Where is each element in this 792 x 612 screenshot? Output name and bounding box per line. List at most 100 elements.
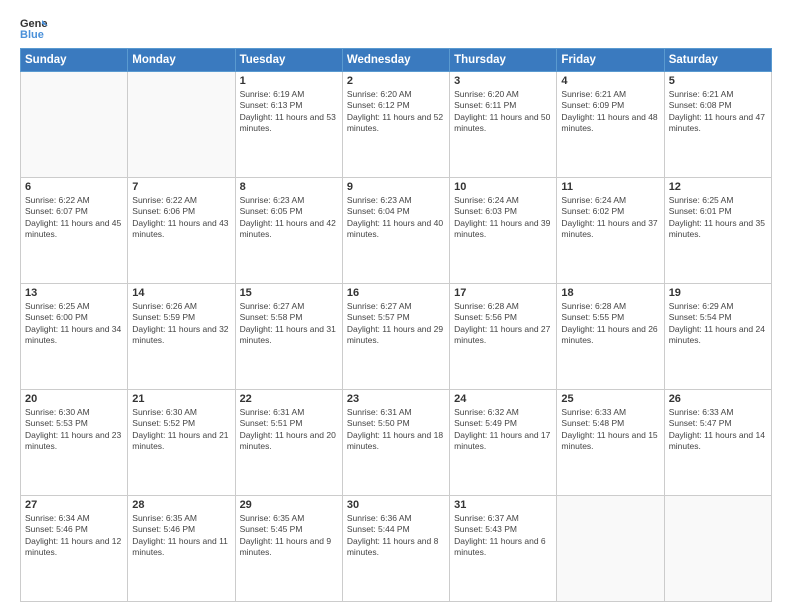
day-number: 26	[669, 393, 767, 405]
day-header-saturday: Saturday	[664, 49, 771, 72]
cell-info: Sunrise: 6:31 AMSunset: 5:50 PMDaylight:…	[347, 407, 445, 453]
calendar-cell: 8 Sunrise: 6:23 AMSunset: 6:05 PMDaylight…	[235, 178, 342, 284]
calendar-cell: 4 Sunrise: 6:21 AMSunset: 6:09 PMDaylight…	[557, 72, 664, 178]
cell-info: Sunrise: 6:25 AMSunset: 6:00 PMDaylight:…	[25, 301, 123, 347]
day-number: 5	[669, 75, 767, 87]
cell-info: Sunrise: 6:34 AMSunset: 5:46 PMDaylight:…	[25, 513, 123, 559]
cell-info: Sunrise: 6:27 AMSunset: 5:57 PMDaylight:…	[347, 301, 445, 347]
cell-info: Sunrise: 6:24 AMSunset: 6:03 PMDaylight:…	[454, 195, 552, 241]
day-number: 2	[347, 75, 445, 87]
day-number: 6	[25, 181, 123, 193]
day-number: 9	[347, 181, 445, 193]
day-header-monday: Monday	[128, 49, 235, 72]
cell-info: Sunrise: 6:27 AMSunset: 5:58 PMDaylight:…	[240, 301, 338, 347]
calendar-cell: 9 Sunrise: 6:23 AMSunset: 6:04 PMDaylight…	[342, 178, 449, 284]
day-number: 31	[454, 499, 552, 511]
calendar-cell: 14 Sunrise: 6:26 AMSunset: 5:59 PMDayligh…	[128, 284, 235, 390]
day-number: 24	[454, 393, 552, 405]
day-number: 15	[240, 287, 338, 299]
calendar-week-3: 20 Sunrise: 6:30 AMSunset: 5:53 PMDayligh…	[21, 390, 772, 496]
calendar-cell: 31 Sunrise: 6:37 AMSunset: 5:43 PMDayligh…	[450, 496, 557, 602]
calendar-cell: 26Sunrise: 6:33 AMSunset: 5:47 PMDayligh…	[664, 390, 771, 496]
calendar-cell: 29Sunrise: 6:35 AMSunset: 5:45 PMDayligh…	[235, 496, 342, 602]
cell-info: Sunrise: 6:32 AMSunset: 5:49 PMDaylight:…	[454, 407, 552, 453]
calendar-cell: 22 Sunrise: 6:31 AMSunset: 5:51 PMDayligh…	[235, 390, 342, 496]
calendar-cell: 23 Sunrise: 6:31 AMSunset: 5:50 PMDayligh…	[342, 390, 449, 496]
svg-text:Blue: Blue	[20, 29, 44, 40]
cell-info: Sunrise: 6:20 AMSunset: 6:12 PMDaylight:…	[347, 89, 445, 135]
calendar-cell: 2 Sunrise: 6:20 AMSunset: 6:12 PMDaylight…	[342, 72, 449, 178]
header: General Blue	[20, 16, 772, 40]
calendar-cell: 13 Sunrise: 6:25 AMSunset: 6:00 PMDayligh…	[21, 284, 128, 390]
day-number: 8	[240, 181, 338, 193]
day-header-tuesday: Tuesday	[235, 49, 342, 72]
calendar-cell: 28 Sunrise: 6:35 AMSunset: 5:46 PMDayligh…	[128, 496, 235, 602]
calendar-week-2: 13 Sunrise: 6:25 AMSunset: 6:00 PMDayligh…	[21, 284, 772, 390]
calendar-cell: 7Sunrise: 6:22 AMSunset: 6:06 PMDaylight…	[128, 178, 235, 284]
day-number: 13	[25, 287, 123, 299]
day-number: 19	[669, 287, 767, 299]
day-number: 28	[132, 499, 230, 511]
day-header-wednesday: Wednesday	[342, 49, 449, 72]
cell-info: Sunrise: 6:31 AMSunset: 5:51 PMDaylight:…	[240, 407, 338, 453]
cell-info: Sunrise: 6:23 AMSunset: 6:04 PMDaylight:…	[347, 195, 445, 241]
cell-info: Sunrise: 6:20 AMSunset: 6:11 PMDaylight:…	[454, 89, 552, 135]
cell-info: Sunrise: 6:35 AMSunset: 5:46 PMDaylight:…	[132, 513, 230, 559]
calendar-cell: 5Sunrise: 6:21 AMSunset: 6:08 PMDaylight…	[664, 72, 771, 178]
day-number: 17	[454, 287, 552, 299]
calendar-cell: 19 Sunrise: 6:29 AMSunset: 5:54 PMDayligh…	[664, 284, 771, 390]
calendar-cell: 20 Sunrise: 6:30 AMSunset: 5:53 PMDayligh…	[21, 390, 128, 496]
cell-info: Sunrise: 6:30 AMSunset: 5:53 PMDaylight:…	[25, 407, 123, 453]
logo-icon: General Blue	[20, 16, 48, 40]
calendar-cell: 10 Sunrise: 6:24 AMSunset: 6:03 PMDayligh…	[450, 178, 557, 284]
cell-info: Sunrise: 6:35 AMSunset: 5:45 PMDaylight:…	[240, 513, 338, 559]
calendar-cell: 11 Sunrise: 6:24 AMSunset: 6:02 PMDayligh…	[557, 178, 664, 284]
day-number: 14	[132, 287, 230, 299]
calendar-cell: 24 Sunrise: 6:32 AMSunset: 5:49 PMDayligh…	[450, 390, 557, 496]
calendar-header-row: SundayMondayTuesdayWednesdayThursdayFrid…	[21, 49, 772, 72]
logo: General Blue	[20, 16, 50, 40]
calendar-cell: 30 Sunrise: 6:36 AMSunset: 5:44 PMDayligh…	[342, 496, 449, 602]
day-number: 30	[347, 499, 445, 511]
calendar-cell: 18 Sunrise: 6:28 AMSunset: 5:55 PMDayligh…	[557, 284, 664, 390]
cell-info: Sunrise: 6:28 AMSunset: 5:55 PMDaylight:…	[561, 301, 659, 347]
cell-info: Sunrise: 6:24 AMSunset: 6:02 PMDaylight:…	[561, 195, 659, 241]
day-number: 22	[240, 393, 338, 405]
calendar-cell: 25Sunrise: 6:33 AMSunset: 5:48 PMDayligh…	[557, 390, 664, 496]
cell-info: Sunrise: 6:21 AMSunset: 6:09 PMDaylight:…	[561, 89, 659, 135]
calendar-cell: 15 Sunrise: 6:27 AMSunset: 5:58 PMDayligh…	[235, 284, 342, 390]
cell-info: Sunrise: 6:23 AMSunset: 6:05 PMDaylight:…	[240, 195, 338, 241]
calendar-table: SundayMondayTuesdayWednesdayThursdayFrid…	[20, 48, 772, 602]
cell-info: Sunrise: 6:29 AMSunset: 5:54 PMDaylight:…	[669, 301, 767, 347]
day-number: 21	[132, 393, 230, 405]
day-number: 23	[347, 393, 445, 405]
day-header-sunday: Sunday	[21, 49, 128, 72]
calendar-cell: 17Sunrise: 6:28 AMSunset: 5:56 PMDayligh…	[450, 284, 557, 390]
calendar-cell: 21 Sunrise: 6:30 AMSunset: 5:52 PMDayligh…	[128, 390, 235, 496]
day-number: 12	[669, 181, 767, 193]
calendar-cell	[557, 496, 664, 602]
day-number: 4	[561, 75, 659, 87]
day-number: 25	[561, 393, 659, 405]
cell-info: Sunrise: 6:37 AMSunset: 5:43 PMDaylight:…	[454, 513, 552, 559]
calendar-cell	[21, 72, 128, 178]
calendar-week-4: 27Sunrise: 6:34 AMSunset: 5:46 PMDayligh…	[21, 496, 772, 602]
calendar-cell: 3Sunrise: 6:20 AMSunset: 6:11 PMDaylight…	[450, 72, 557, 178]
calendar-week-0: 1Sunrise: 6:19 AMSunset: 6:13 PMDaylight…	[21, 72, 772, 178]
calendar-cell: 27Sunrise: 6:34 AMSunset: 5:46 PMDayligh…	[21, 496, 128, 602]
day-header-friday: Friday	[557, 49, 664, 72]
cell-info: Sunrise: 6:22 AMSunset: 6:07 PMDaylight:…	[25, 195, 123, 241]
cell-info: Sunrise: 6:25 AMSunset: 6:01 PMDaylight:…	[669, 195, 767, 241]
page: General Blue SundayMondayTuesdayWednesda…	[0, 0, 792, 612]
cell-info: Sunrise: 6:36 AMSunset: 5:44 PMDaylight:…	[347, 513, 445, 559]
day-header-thursday: Thursday	[450, 49, 557, 72]
day-number: 18	[561, 287, 659, 299]
day-number: 10	[454, 181, 552, 193]
calendar-cell: 16Sunrise: 6:27 AMSunset: 5:57 PMDayligh…	[342, 284, 449, 390]
cell-info: Sunrise: 6:26 AMSunset: 5:59 PMDaylight:…	[132, 301, 230, 347]
day-number: 20	[25, 393, 123, 405]
calendar-cell: 12 Sunrise: 6:25 AMSunset: 6:01 PMDayligh…	[664, 178, 771, 284]
cell-info: Sunrise: 6:30 AMSunset: 5:52 PMDaylight:…	[132, 407, 230, 453]
day-number: 11	[561, 181, 659, 193]
cell-info: Sunrise: 6:22 AMSunset: 6:06 PMDaylight:…	[132, 195, 230, 241]
